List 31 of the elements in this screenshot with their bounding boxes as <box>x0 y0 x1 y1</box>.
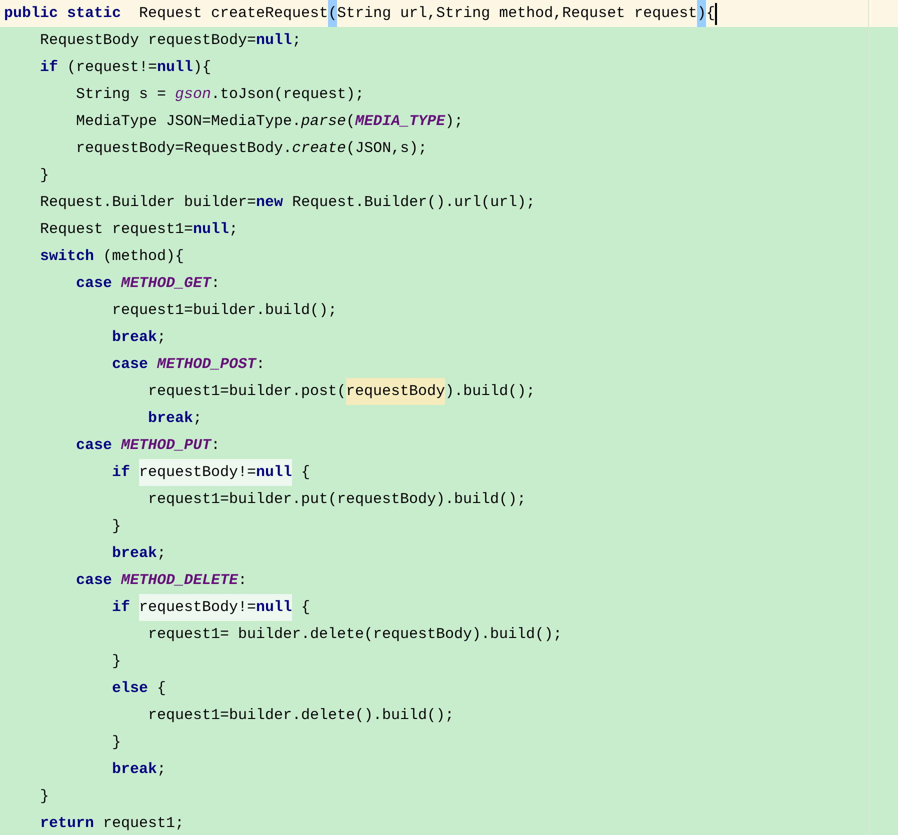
code-line: case METHOD_PUT: <box>75 436 222 456</box>
code-line: request1=builder.post(requestBody).build(); <box>0 378 898 405</box>
code-line: String s = gson.toJson(request); <box>75 85 366 105</box>
code-line: RequestBody requestBody=null; <box>39 31 302 51</box>
code-line: break; <box>111 544 168 564</box>
code-line: } <box>111 733 122 753</box>
code-line: return request1; <box>39 814 186 834</box>
code-line: request1=builder.build(); <box>111 301 338 321</box>
code-line: else { <box>111 679 168 699</box>
code-line: case METHOD_GET: <box>75 274 222 294</box>
code-line: case METHOD_DELETE: <box>75 571 248 591</box>
code-line: break; <box>111 760 168 780</box>
code-line: Request.Builder builder=new Request.Builder().url(url); <box>39 193 536 213</box>
code-line: } <box>39 787 50 807</box>
code-line: } <box>39 166 50 186</box>
code-line: request1= builder.delete(requestBody).build(); <box>147 625 564 645</box>
code-line: } <box>111 652 122 672</box>
code-line: switch (method){ <box>39 247 186 267</box>
code-line: Request request1=null; <box>39 220 240 240</box>
code-line: if requestBody!=null { <box>0 459 898 486</box>
code-line: if requestBody!=null { <box>0 594 898 621</box>
code-line: break; <box>111 328 168 348</box>
code-line: request1=builder.delete().build(); <box>147 706 456 726</box>
code-line: case METHOD_POST: <box>111 355 266 375</box>
text-caret <box>715 2 718 24</box>
code-line: requestBody=RequestBody.create(JSON,s); <box>75 139 428 159</box>
code-line: MediaType JSON=MediaType.parse(MEDIA_TYPE); <box>75 112 464 132</box>
code-line: if (request!=null){ <box>39 58 212 78</box>
code-line: } <box>111 517 122 537</box>
code-line: request1=builder.put(requestBody).build(); <box>147 490 528 510</box>
code-line: break; <box>147 409 204 429</box>
